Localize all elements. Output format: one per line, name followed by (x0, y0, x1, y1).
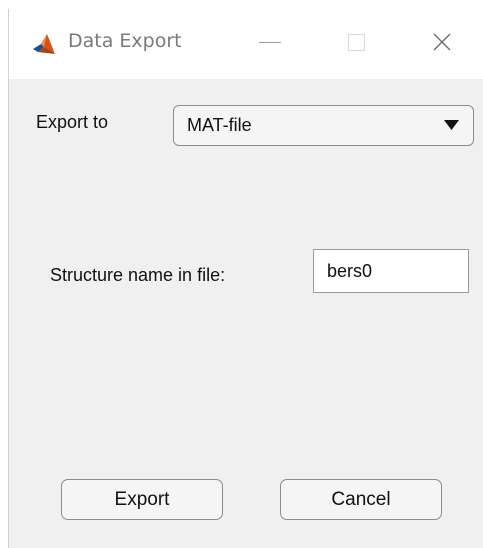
close-icon (433, 33, 451, 51)
export-button[interactable]: Export (61, 479, 223, 520)
dropdown-arrow-icon (444, 120, 459, 130)
matlab-logo-icon (33, 34, 55, 54)
structure-name-input[interactable] (313, 249, 469, 293)
export-to-selected-value: MAT-file (187, 115, 252, 135)
title-bar[interactable]: Data Export (9, 9, 483, 79)
window-title: Data Export (68, 30, 182, 52)
structure-name-label: Structure name in file: (50, 265, 226, 285)
cancel-button[interactable]: Cancel (280, 479, 442, 520)
export-to-dropdown[interactable]: MAT-file (173, 105, 474, 146)
export-to-label: Export to (36, 112, 109, 132)
maximize-button[interactable] (328, 19, 384, 65)
close-button[interactable] (414, 19, 470, 65)
data-export-dialog: Data Export Export to MAT-file Structure… (9, 9, 483, 548)
minimize-icon (259, 41, 281, 43)
minimize-button[interactable] (242, 19, 298, 65)
maximize-icon (347, 33, 365, 51)
